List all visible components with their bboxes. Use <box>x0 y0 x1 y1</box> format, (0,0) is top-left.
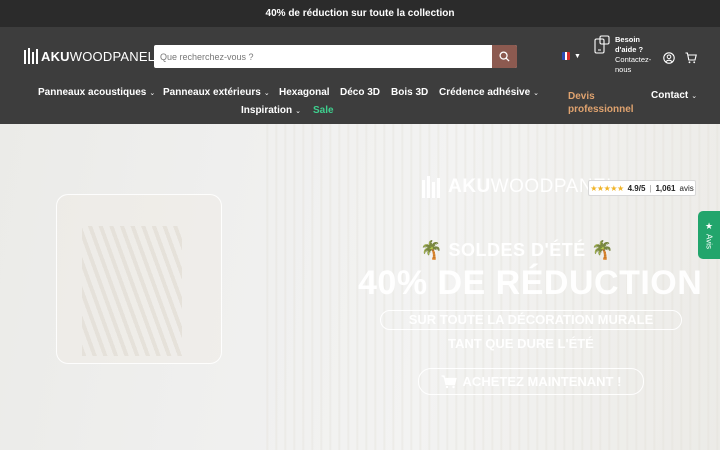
search-input[interactable] <box>154 45 492 68</box>
logo-icon <box>24 48 38 64</box>
nav-item-inspiration[interactable]: Inspiration ⌄ <box>241 105 301 116</box>
french-flag-icon <box>562 52 570 60</box>
language-selector[interactable]: ▼ <box>562 52 581 60</box>
chevron-down-icon: ⌄ <box>533 89 540 97</box>
logo-text-light: WOODPANEL <box>69 48 156 64</box>
logo-text-bold: AKU <box>41 48 70 64</box>
nav-item-credence-adhesive[interactable]: Crédence adhésive ⌄ <box>439 87 539 98</box>
logo[interactable]: AKUWOODPANEL <box>24 48 155 64</box>
hero-headline-reduction: 40% DE RÉDUCTION <box>358 264 703 302</box>
hero-decor-slats <box>82 226 182 356</box>
account-button[interactable] <box>662 51 676 65</box>
reviews-side-tab[interactable]: ★ Avis <box>698 211 720 259</box>
cart-icon <box>441 374 457 388</box>
rating-score: 4.9/5 <box>627 183 646 193</box>
nav-item-panneaux-acoustiques[interactable]: Panneaux acoustiques ⌄ <box>38 87 155 98</box>
site-header: AKUWOODPANEL ▼ Besoin d'aide ? Contactez… <box>0 27 720 124</box>
chevron-down-icon: ⌄ <box>149 89 156 97</box>
cart-icon <box>685 52 697 64</box>
help-title: Besoin d'aide ? <box>615 35 644 54</box>
announcement-bar: 40% de réduction sur toute la collection <box>0 0 720 27</box>
nav-item-devis-professionnel[interactable]: Devis professionnel <box>568 90 634 116</box>
nav-item-bois-3d[interactable]: Bois 3D <box>391 87 428 98</box>
chevron-down-icon: ⌄ <box>263 89 270 97</box>
hero-headline-soldes: 🌴 SOLDES D'ÉTÉ 🌴 <box>420 240 615 260</box>
rating-count: 1,061 <box>655 183 676 193</box>
nav-item-sale[interactable]: Sale <box>313 105 334 116</box>
reviews-rating-badge[interactable]: ★★★★★ 4.9/5 | 1,061 avis <box>588 180 696 196</box>
search-button[interactable] <box>492 45 517 68</box>
hero-subtitle-ete: TANT QUE DURE L'ÉTÉ <box>448 336 594 351</box>
search-bar <box>154 45 517 68</box>
chevron-down-icon: ⌄ <box>691 92 698 100</box>
chevron-down-icon: ▼ <box>574 52 581 60</box>
reviews-tab-label: Avis <box>704 234 714 249</box>
palm-tree-icon: 🌴 <box>591 240 615 260</box>
nav-item-contact[interactable]: Contact ⌄ <box>651 90 697 101</box>
logo-icon <box>422 176 444 198</box>
user-icon <box>663 52 675 64</box>
nav-item-deco-3d[interactable]: Déco 3D <box>340 87 380 98</box>
rating-suffix: avis <box>679 183 694 193</box>
help-contact[interactable]: Besoin d'aide ? Contactez-nous <box>593 35 655 75</box>
phone-support-icon <box>594 35 610 54</box>
announcement-text: 40% de réduction sur toute la collection <box>265 8 455 19</box>
hero-subtitle-decoration: SUR TOUTE LA DÉCORATION MURALE <box>380 310 682 330</box>
hero-logo-bold: AKU <box>448 176 491 197</box>
cart-button[interactable] <box>684 51 698 65</box>
rating-divider: | <box>649 183 652 193</box>
star-icon: ★ <box>704 221 714 232</box>
shop-now-button[interactable]: ACHETEZ MAINTENANT ! <box>418 368 644 395</box>
palm-tree-icon: 🌴 <box>420 240 443 260</box>
help-subtitle: Contactez-nous <box>615 55 652 74</box>
hero-banner[interactable]: AKUWOODPANEL 🌴 SOLDES D'ÉTÉ 🌴 40% DE RÉD… <box>0 124 720 450</box>
nav-item-panneaux-exterieurs[interactable]: Panneaux extérieurs ⌄ <box>163 87 270 98</box>
search-icon <box>499 51 510 62</box>
rating-stars-icon: ★★★★★ <box>590 183 624 193</box>
nav-item-hexagonal[interactable]: Hexagonal <box>279 87 330 98</box>
chevron-down-icon: ⌄ <box>295 107 301 115</box>
